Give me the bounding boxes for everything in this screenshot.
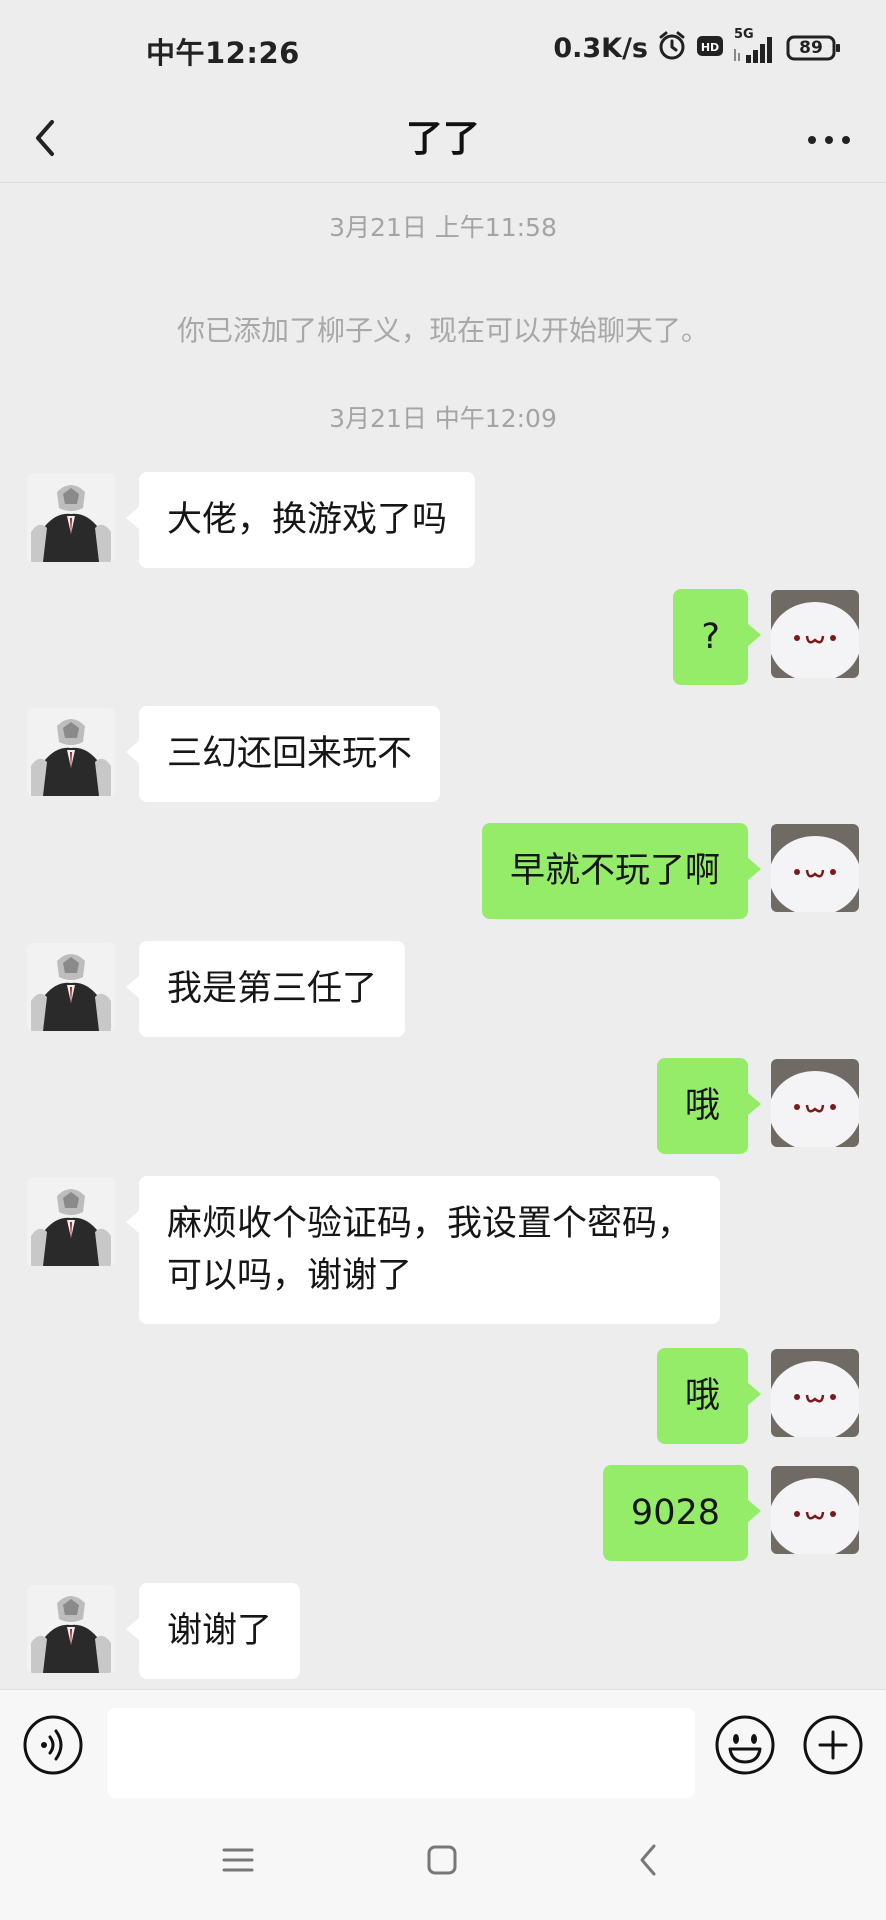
outgoing-message[interactable]: 早就不玩了啊 [481,823,762,919]
system-nav-bar [0,1800,886,1920]
message-text: 我是第三任了 [167,969,378,1009]
outgoing-message[interactable]: ? [673,589,761,685]
my-avatar[interactable] [771,824,859,912]
incoming-message[interactable]: 我是第三任了 [125,941,406,1037]
signal-icon: 5G [732,27,778,65]
timestamp: 3月21日 上午11:58 [329,213,557,242]
message-text: 哦 [684,1086,720,1126]
incoming-message[interactable]: 大佬，换游戏了吗 [125,472,476,568]
outgoing-message[interactable]: 哦 [656,1058,762,1154]
status-time: 中午12:26 [146,36,300,70]
incoming-message[interactable]: 麻烦收个验证码，我设置个密码， 可以吗，谢谢了 [125,1176,721,1324]
nav-menu-button[interactable] [220,1840,256,1880]
message-text: 早就不玩了啊 [509,851,720,891]
message-text: 麻烦收个验证码，我设置个密码， 可以吗，谢谢了 [167,1204,693,1296]
home-icon [427,1845,457,1875]
message-text: 大佬，换游戏了吗 [167,500,448,540]
timestamp: 3月21日 中午12:09 [329,404,557,433]
nav-back-button[interactable] [630,1838,666,1882]
emoji-button[interactable] [714,1714,776,1776]
message-text: 9028 [630,1493,720,1533]
message-text: ? [701,617,720,657]
battery-icon: 89 [786,34,842,62]
more-button[interactable] [794,110,864,170]
contact-avatar[interactable] [27,708,115,796]
contact-avatar[interactable] [27,474,115,562]
status-icons: 0.3K/s HD 5G 89 [553,27,842,68]
voice-icon [23,1715,83,1775]
nav-home-button[interactable] [422,1840,462,1880]
battery-level: 89 [799,38,823,58]
message-text: 三幻还回来玩不 [167,734,413,774]
plus-icon [803,1715,863,1775]
my-avatar[interactable] [771,1349,859,1437]
title-bar: 了了 [0,98,886,183]
svg-text:HD: HD [701,41,719,54]
chat-title: 了了 [406,117,480,160]
message-text: 哦 [684,1376,720,1416]
contact-avatar[interactable] [27,1178,115,1266]
outgoing-message[interactable]: 哦 [656,1348,762,1444]
incoming-message[interactable]: 谢谢了 [125,1583,301,1679]
chat-screen: 中午12:26 0.3K/s HD 5G 89 了了 3月21日 上午11:58… [0,0,886,1920]
message-input[interactable] [107,1708,695,1798]
contact-avatar[interactable] [27,943,115,1031]
back-icon [640,1844,656,1876]
system-notice: 你已添加了柳子义，现在可以开始聊天了。 [176,314,709,347]
incoming-message[interactable]: 三幻还回来玩不 [125,706,441,802]
contact-avatar[interactable] [27,1585,115,1673]
my-avatar[interactable] [771,590,859,678]
hd-icon: HD [696,34,724,62]
status-bar: 中午12:26 0.3K/s HD 5G 89 [0,0,886,98]
menu-icon [222,1848,254,1872]
net-speed: 0.3K/s [553,32,648,64]
message-text: 谢谢了 [167,1611,273,1651]
emoji-icon [715,1715,775,1775]
plus-button[interactable] [802,1714,864,1776]
alarm-icon [656,30,688,66]
my-avatar[interactable] [771,1059,859,1147]
outgoing-message[interactable]: 9028 [602,1465,762,1561]
my-avatar[interactable] [771,1466,859,1554]
input-bar [0,1689,886,1801]
more-dots-icon [808,136,850,144]
voice-button[interactable] [22,1714,84,1776]
